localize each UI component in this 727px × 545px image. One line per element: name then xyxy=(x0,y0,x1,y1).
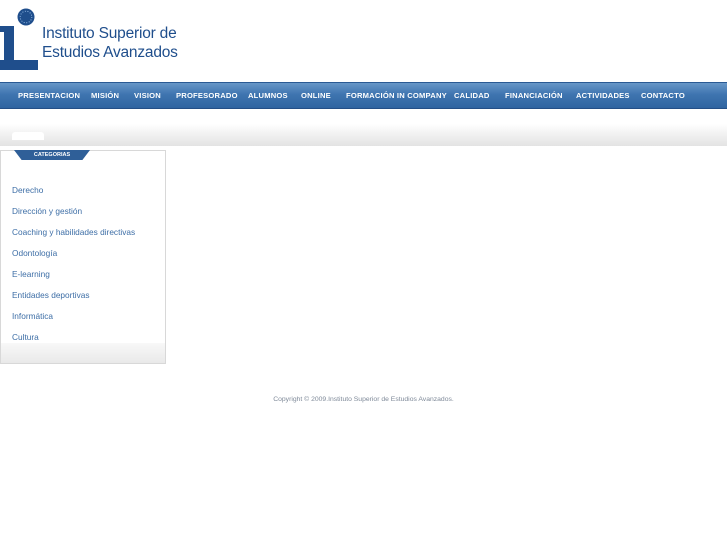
logo-text: Instituto Superior de Estudios Avanzados xyxy=(42,24,178,62)
categories-list: Derecho Dirección y gestión Coaching y h… xyxy=(12,184,135,352)
main-navigation: PRESENTACION MISIÓN VISION PROFESORADO A… xyxy=(0,82,727,109)
category-link-coaching[interactable]: Coaching y habilidades directivas xyxy=(12,226,135,247)
logo-line-1: Instituto Superior de xyxy=(42,25,177,42)
nav-item-online[interactable]: ONLINE xyxy=(301,83,331,108)
nav-item-presentacion[interactable]: PRESENTACION xyxy=(18,83,80,108)
categories-title: CATEGORIAS xyxy=(14,150,90,160)
category-link-direccion-gestion[interactable]: Dirección y gestión xyxy=(12,205,135,226)
nav-item-calidad[interactable]: CALIDAD xyxy=(454,83,490,108)
category-link-derecho[interactable]: Derecho xyxy=(12,184,135,205)
category-link-informatica[interactable]: Informática xyxy=(12,310,135,331)
nav-item-actividades[interactable]: ACTIVIDADES xyxy=(576,83,630,108)
sidebar-footer xyxy=(1,343,165,363)
institute-logo-icon xyxy=(0,8,38,70)
nav-item-mision[interactable]: MISIÓN xyxy=(91,83,119,108)
footer-copyright: Copyright © 2009.Instituto Superior de E… xyxy=(273,396,454,403)
nav-item-vision[interactable]: VISION xyxy=(134,83,161,108)
content-header-tab xyxy=(12,132,44,140)
nav-item-alumnos[interactable]: ALUMNOS xyxy=(248,83,288,108)
category-link-e-learning[interactable]: E-learning xyxy=(12,268,135,289)
nav-item-contacto[interactable]: CONTACTO xyxy=(641,83,685,108)
content-header-band xyxy=(0,124,727,146)
nav-item-formacion-in-company[interactable]: FORMACIÓN IN COMPANY xyxy=(346,83,447,108)
nav-item-financiacion[interactable]: FINANCIACIÓN xyxy=(505,83,563,108)
logo-line-2: Estudios Avanzados xyxy=(42,44,178,61)
category-link-entidades-deportivas[interactable]: Entidades deportivas xyxy=(12,289,135,310)
category-link-odontologia[interactable]: Odontología xyxy=(12,247,135,268)
site-logo[interactable]: Instituto Superior de Estudios Avanzados xyxy=(0,6,200,74)
nav-item-profesorado[interactable]: PROFESORADO xyxy=(176,83,238,108)
